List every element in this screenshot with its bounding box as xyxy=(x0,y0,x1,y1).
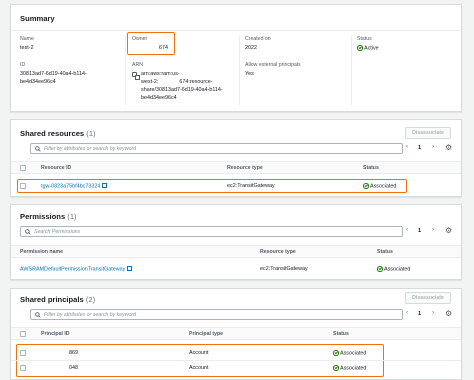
status-success-icon xyxy=(333,365,339,371)
row-divider xyxy=(11,360,461,361)
principal-type: Account xyxy=(189,365,209,371)
permission-status: Associated xyxy=(377,266,410,273)
status-label: Status xyxy=(357,36,372,42)
divider xyxy=(239,35,240,105)
summary-title: Summary xyxy=(20,14,55,23)
resource-id-link[interactable]: tgw-0823a75bf4bc73324 xyxy=(41,183,108,190)
divider xyxy=(11,30,461,31)
row-checkbox[interactable] xyxy=(20,365,26,371)
principals-table-header: Principal ID Principal type Status xyxy=(11,327,461,340)
select-all-checkbox[interactable] xyxy=(20,165,26,171)
principal-id: 869 xyxy=(69,350,78,356)
column-header[interactable]: Principal type xyxy=(189,331,223,337)
id-value-line-2: be4d34ee96c4 xyxy=(20,79,56,85)
row-checkbox[interactable] xyxy=(20,183,26,189)
external-link-icon xyxy=(127,266,133,271)
arn-label: ARN xyxy=(132,62,143,68)
divider xyxy=(351,35,352,105)
principal-status: Associated xyxy=(333,365,366,372)
status-success-icon xyxy=(357,45,363,51)
id-value-line-1: 30813ad7-6d19-40a4-b114- xyxy=(20,71,87,77)
shared-principals-panel: Shared principals (2) Disassociate Filte… xyxy=(10,288,462,380)
search-icon xyxy=(25,229,31,235)
name-label: Name xyxy=(20,36,34,42)
column-header[interactable]: Status xyxy=(333,331,349,337)
permissions-panel: Permissions (1) Search Permissions ‹ 1 ›… xyxy=(10,204,462,280)
column-header[interactable]: Status xyxy=(377,249,393,255)
permissions-title: Permissions (1) xyxy=(20,212,77,221)
column-header[interactable]: Resource type xyxy=(260,249,296,255)
external-principals-label: Allow external principals xyxy=(245,62,301,68)
status-success-icon xyxy=(333,350,339,356)
column-header[interactable]: Status xyxy=(363,165,379,171)
created-label: Created on xyxy=(245,36,271,42)
external-principals-value: Yes xyxy=(245,71,254,77)
search-placeholder: Filter by attributes or search by keywor… xyxy=(44,312,136,318)
chevron-right-icon[interactable]: › xyxy=(432,310,434,316)
chevron-left-icon[interactable]: ‹ xyxy=(406,310,408,316)
select-all-checkbox[interactable] xyxy=(20,331,26,337)
chevron-left-icon[interactable]: ‹ xyxy=(406,144,408,150)
principal-id: 048 xyxy=(69,365,78,371)
name-value: test-2 xyxy=(20,45,34,51)
permissions-table-header: Permission name Resource type Status xyxy=(11,245,461,258)
arn-value-line-3: share/30813ad7-6d19-40a4-b114- xyxy=(141,87,223,93)
status-success-icon xyxy=(377,266,383,272)
resource-type: ec2:TransitGateway xyxy=(227,183,275,189)
chevron-right-icon[interactable]: › xyxy=(432,227,434,233)
chevron-right-icon[interactable]: › xyxy=(432,144,434,150)
search-placeholder: Search Permissions xyxy=(34,229,81,235)
permission-resource-type: ec2:TransitGateway xyxy=(260,266,308,272)
gear-icon[interactable]: ⚙ xyxy=(445,144,452,152)
disassociate-resources-button[interactable]: Disassociate xyxy=(405,127,451,139)
resources-search-input[interactable]: Filter by attributes or search by keywor… xyxy=(30,143,403,154)
gear-icon[interactable]: ⚙ xyxy=(445,310,452,318)
created-value: 2022 xyxy=(245,45,257,51)
arn-value-line-2: west-2: 674:resource- xyxy=(141,79,213,85)
permissions-search-input[interactable]: Search Permissions xyxy=(20,226,403,237)
search-icon xyxy=(35,312,41,318)
divider xyxy=(125,35,126,105)
row-checkbox[interactable] xyxy=(20,350,26,356)
disassociate-principals-button[interactable]: Disassociate xyxy=(405,292,451,304)
summary-panel: Summary Name test-2 ID 30813ad7-6d19-40a… xyxy=(10,4,462,112)
principals-search-input[interactable]: Filter by attributes or search by keywor… xyxy=(30,309,403,320)
owner-highlight xyxy=(127,32,175,55)
column-header[interactable]: Resource ID xyxy=(41,165,71,171)
copy-icon[interactable] xyxy=(132,72,140,80)
status-value: Active xyxy=(357,45,379,53)
shared-resources-panel: Shared resources (1) Disassociate Filter… xyxy=(10,119,462,197)
id-label: ID xyxy=(20,62,26,68)
arn-value-line-1: arn:aws:ram:us- xyxy=(141,71,180,77)
page-number[interactable]: 1 xyxy=(418,145,421,151)
shared-resources-title: Shared resources (1) xyxy=(20,129,96,138)
page-number[interactable]: 1 xyxy=(418,228,421,234)
permission-name-link[interactable]: AWSRAMDefaultPermissionTransitGateway xyxy=(20,266,133,273)
external-link-icon xyxy=(102,183,108,188)
page-number[interactable]: 1 xyxy=(418,311,421,317)
column-header[interactable]: Permission name xyxy=(20,249,63,255)
principal-status: Associated xyxy=(333,350,366,357)
arn-value-line-4: be4d34ee96c4 xyxy=(141,95,177,101)
principal-type: Account xyxy=(189,350,209,356)
resources-table-header: Resource ID Resource type Status xyxy=(11,161,461,174)
search-icon xyxy=(35,146,41,152)
chevron-left-icon[interactable]: ‹ xyxy=(406,227,408,233)
resource-status: Associated xyxy=(363,183,396,190)
shared-principals-title: Shared principals (2) xyxy=(20,295,96,304)
search-placeholder: Filter by attributes or search by keywor… xyxy=(44,146,136,152)
status-success-icon xyxy=(363,183,369,189)
column-header[interactable]: Resource type xyxy=(227,165,263,171)
column-header[interactable]: Principal ID xyxy=(41,331,70,337)
gear-icon[interactable]: ⚙ xyxy=(445,227,452,235)
